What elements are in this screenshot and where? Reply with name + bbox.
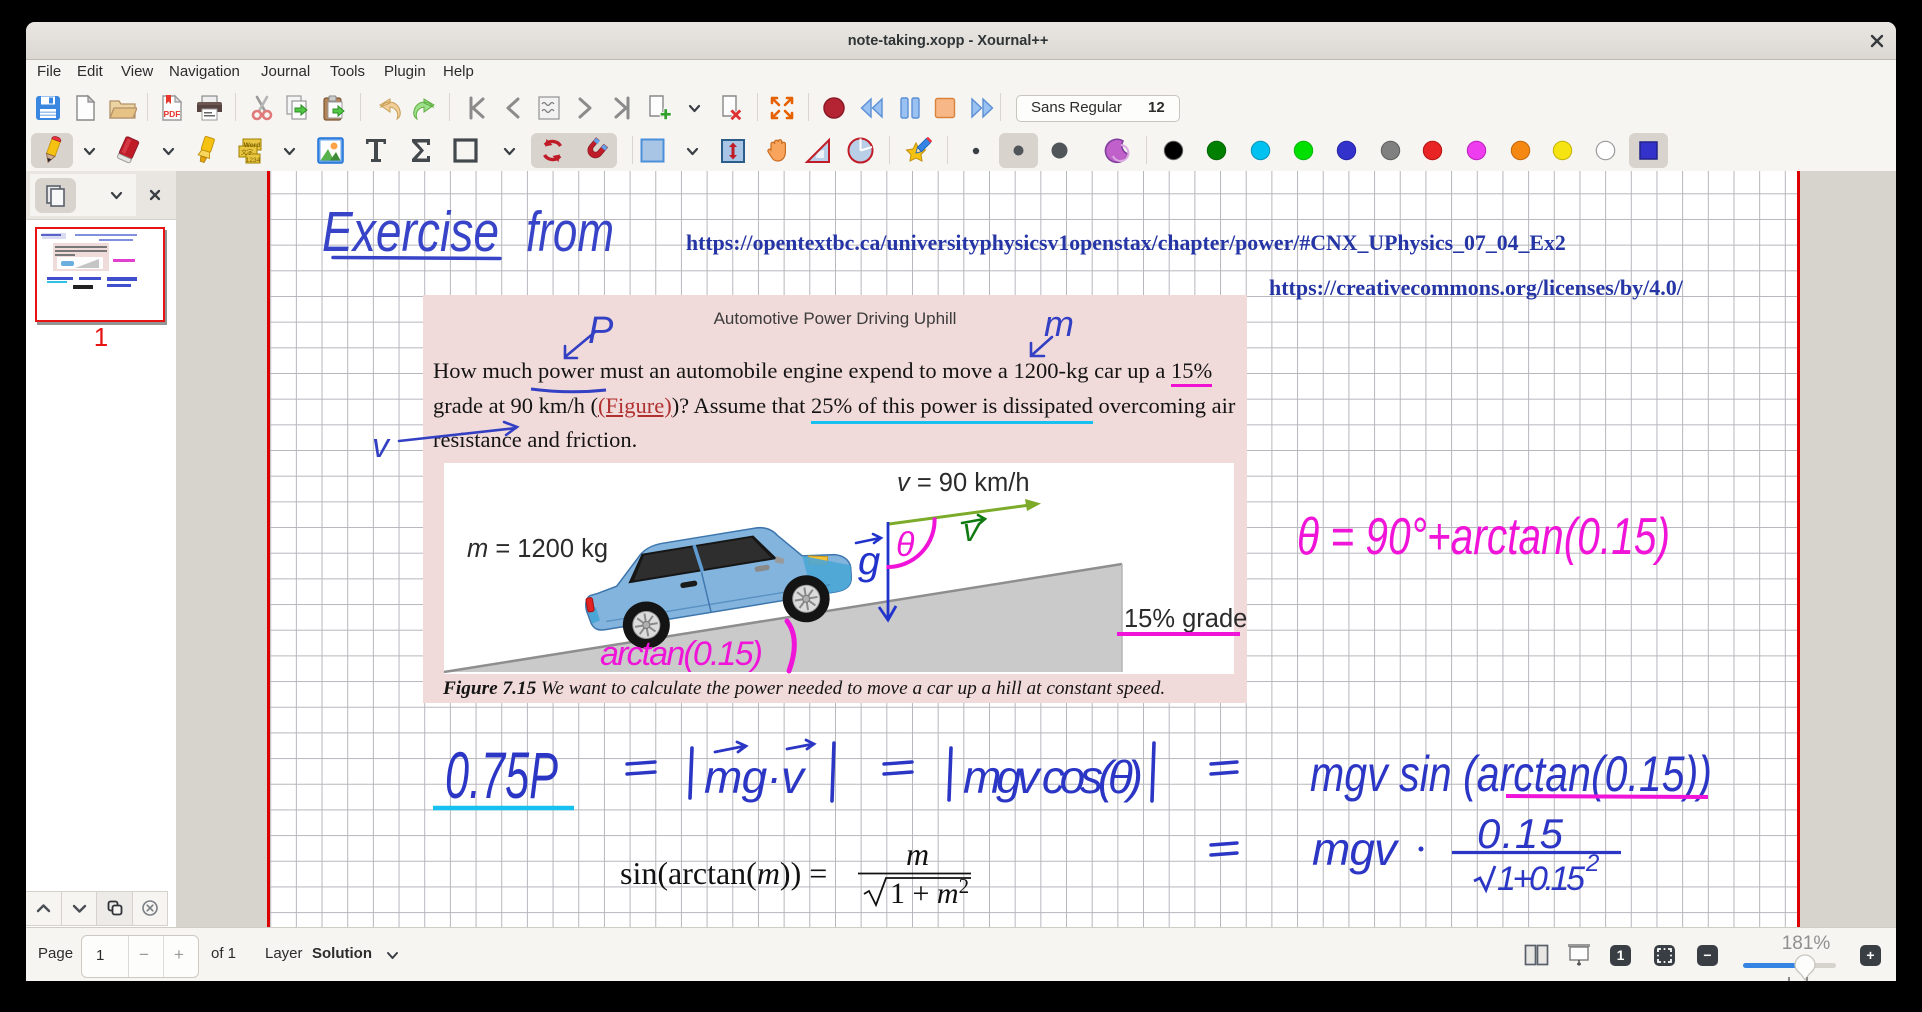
svg-text:v: v xyxy=(372,427,391,465)
svg-text:1234: 1234 xyxy=(246,157,261,164)
svg-text:mgv sin (arctan(0.15)): mgv sin (arctan(0.15)) xyxy=(1310,746,1712,802)
svg-text:PDF: PDF xyxy=(164,109,181,119)
svg-text:from: from xyxy=(526,200,614,264)
svg-text:v = 90 km/h: v = 90 km/h xyxy=(897,469,1030,497)
svg-text:0.75P: 0.75P xyxy=(445,738,558,812)
svg-text:arctan(0.15): arctan(0.15) xyxy=(600,635,763,673)
svg-text:mgv cos(θ): mgv cos(θ) xyxy=(963,751,1143,803)
svg-text:sin(arctan(m)) =: sin(arctan(m)) = xyxy=(620,855,827,891)
svg-text:Exercise: Exercise xyxy=(322,200,499,264)
svg-text:1 + m2: 1 + m2 xyxy=(890,874,969,910)
svg-text:v: v xyxy=(963,512,981,548)
svg-text:θ: θ xyxy=(896,526,915,564)
svg-text:mgv: mgv xyxy=(1312,823,1400,875)
svg-text:0.15: 0.15 xyxy=(1477,810,1564,857)
svg-text:m: m xyxy=(906,836,929,872)
svg-text:Word: Word xyxy=(244,142,261,149)
svg-text:mg·v: mg·v xyxy=(704,751,807,803)
svg-text:P: P xyxy=(588,310,614,352)
svg-text:文字: 文字 xyxy=(241,149,253,157)
svg-text:2: 2 xyxy=(1585,850,1599,877)
svg-text:θ = 90°+arctan(0.15): θ = 90°+arctan(0.15) xyxy=(1297,508,1670,566)
svg-text:m = 1200 kg: m = 1200 kg xyxy=(467,535,608,563)
svg-text:1+0.15: 1+0.15 xyxy=(1497,860,1585,898)
svg-text:g: g xyxy=(858,539,880,583)
svg-text:m: m xyxy=(1044,303,1074,344)
svg-text:15% grade: 15% grade xyxy=(1124,605,1247,633)
